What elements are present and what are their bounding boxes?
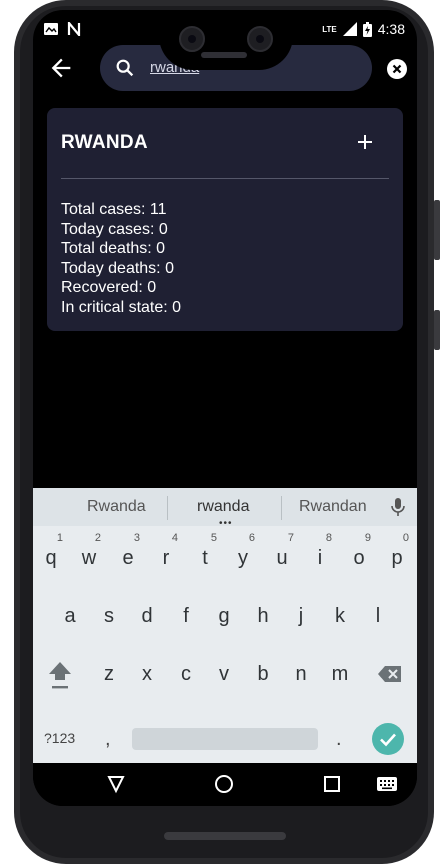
stat-critical: In critical state: 0 xyxy=(61,298,182,316)
stat-total-cases: Total cases: 11 xyxy=(61,201,167,218)
backspace-icon[interactable] xyxy=(377,664,403,684)
key-d[interactable]: d xyxy=(131,596,163,636)
phone-screen: LTE 4:38 rwanda RWANDA Total cases: 11 T… xyxy=(33,10,417,806)
country-stats: Total cases: 11 Today cases: 0 Total dea… xyxy=(61,200,181,318)
power-button xyxy=(434,310,440,350)
period-key[interactable]: . xyxy=(336,728,342,751)
key-n[interactable]: n xyxy=(285,654,317,694)
search-icon xyxy=(116,59,134,77)
key-y[interactable]: y6 xyxy=(227,532,259,578)
back-nav-icon[interactable] xyxy=(106,774,126,794)
volume-button xyxy=(434,200,440,260)
suggestion-strip: Rwanda rwanda ••• Rwandan xyxy=(33,488,417,529)
suggestion-right[interactable]: Rwandan xyxy=(299,498,367,516)
enter-key[interactable] xyxy=(372,723,404,755)
earpiece-speaker xyxy=(201,52,247,58)
card-divider xyxy=(61,178,389,179)
space-bar[interactable] xyxy=(132,728,318,750)
key-e[interactable]: e3 xyxy=(112,532,144,578)
key-h[interactable]: h xyxy=(247,596,279,636)
recents-nav-icon[interactable] xyxy=(322,774,342,794)
key-u[interactable]: u7 xyxy=(266,532,298,578)
key-z[interactable]: z xyxy=(93,654,125,694)
status-bar: LTE 4:38 xyxy=(33,10,417,50)
lte-label: LTE xyxy=(322,24,337,34)
key-i[interactable]: i8 xyxy=(304,532,336,578)
microphone-icon[interactable] xyxy=(390,497,406,517)
suggestion-divider xyxy=(281,496,282,520)
key-l[interactable]: l xyxy=(362,596,394,636)
more-suggestions-icon[interactable]: ••• xyxy=(219,518,233,529)
keyboard-row-2: a s d f g h j k l xyxy=(33,596,417,636)
signal-icon xyxy=(342,22,357,36)
suggestion-center[interactable]: rwanda xyxy=(197,498,249,516)
key-a[interactable]: a xyxy=(54,596,86,636)
key-j[interactable]: j xyxy=(285,596,317,636)
key-w[interactable]: w2 xyxy=(73,532,105,578)
key-q[interactable]: q1 xyxy=(35,532,67,578)
key-t[interactable]: t5 xyxy=(189,532,221,578)
suggestion-divider xyxy=(167,496,168,520)
key-p[interactable]: p0 xyxy=(381,532,413,578)
country-card: RWANDA Total cases: 11 Today cases: 0 To… xyxy=(47,108,403,331)
soft-keyboard: Rwanda rwanda ••• Rwandan q1 w2 e3 r4 t5… xyxy=(33,488,417,763)
country-name: RWANDA xyxy=(61,132,148,153)
n-notification-icon xyxy=(67,22,81,36)
add-icon[interactable] xyxy=(353,130,377,154)
comma-key[interactable]: , xyxy=(105,728,111,751)
stat-today-deaths: Today deaths: 0 xyxy=(61,259,174,277)
key-g[interactable]: g xyxy=(208,596,240,636)
key-s[interactable]: s xyxy=(93,596,125,636)
symbols-key[interactable]: ?123 xyxy=(44,730,75,746)
clear-search-button[interactable] xyxy=(387,59,407,79)
back-arrow-icon[interactable] xyxy=(47,54,75,82)
suggestion-left[interactable]: Rwanda xyxy=(87,498,146,516)
stat-today-cases: Today cases: 0 xyxy=(61,220,168,238)
key-m[interactable]: m xyxy=(324,654,356,694)
checkmark-icon xyxy=(380,733,396,747)
close-icon xyxy=(392,64,402,74)
keyboard-row-1: q1 w2 e3 r4 t5 y6 u7 i8 o9 p0 xyxy=(33,532,417,578)
phone-chin xyxy=(164,832,286,840)
gallery-notification-icon xyxy=(44,23,58,35)
key-o[interactable]: o9 xyxy=(343,532,375,578)
navigation-bar xyxy=(33,763,417,806)
keyboard-row-3: z x c v b n m xyxy=(33,654,417,694)
key-v[interactable]: v xyxy=(208,654,240,694)
battery-charging-icon xyxy=(362,21,372,37)
clock: 4:38 xyxy=(377,21,405,37)
home-nav-icon[interactable] xyxy=(214,774,234,794)
key-b[interactable]: b xyxy=(247,654,279,694)
key-x[interactable]: x xyxy=(131,654,163,694)
key-c[interactable]: c xyxy=(170,654,202,694)
keyboard-switch-icon[interactable] xyxy=(376,776,398,792)
stat-recovered: Recovered: 0 xyxy=(61,279,157,297)
key-r[interactable]: r4 xyxy=(150,532,182,578)
key-k[interactable]: k xyxy=(324,596,356,636)
key-f[interactable]: f xyxy=(170,596,202,636)
stat-total-deaths: Total deaths: 0 xyxy=(61,240,166,258)
shift-icon[interactable] xyxy=(47,660,73,690)
